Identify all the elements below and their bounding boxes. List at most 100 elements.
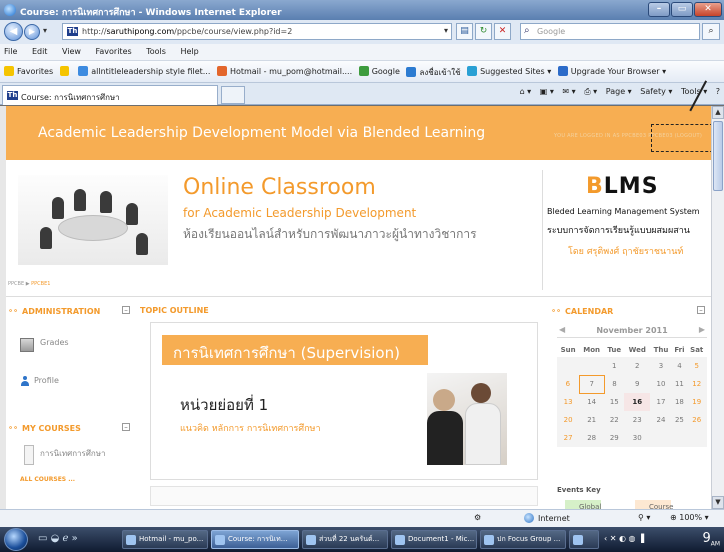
course-link[interactable]: การนิเทศการศึกษา <box>40 448 120 460</box>
refresh-icon[interactable]: ↻ <box>475 23 492 40</box>
start-button[interactable] <box>4 528 28 551</box>
menu-edit[interactable]: Edit <box>32 47 48 56</box>
block-dots-icon: ∘∘ <box>551 306 562 315</box>
task-document-a[interactable]: ส่วนที่ 22 นครันต์... <box>302 530 388 549</box>
vertical-scrollbar[interactable]: ▲ ▼ <box>711 106 724 509</box>
calendar-day: 10 <box>656 380 666 388</box>
calendar-month-nav: ◀ November 2011 ▶ <box>557 324 707 338</box>
quick-launch[interactable]: ▭ ◒ ℯ » <box>38 533 78 544</box>
profile-link[interactable]: Profile <box>34 376 59 385</box>
collapse-icon[interactable]: – <box>697 306 705 314</box>
safety-menu[interactable]: Safety ▾ <box>640 87 672 96</box>
help-icon[interactable]: ? <box>716 87 720 96</box>
close-button[interactable]: ✕ <box>694 2 722 17</box>
task-more[interactable] <box>569 530 599 549</box>
menu-file[interactable]: File <box>4 47 17 56</box>
ie-icon <box>557 66 568 76</box>
blms-thai: ระบบการจัดการเรียนรู้แบบผสมผสาน <box>547 226 690 236</box>
page-viewport: Academic Leadership Development Model vi… <box>0 106 711 509</box>
zoom-control[interactable]: ⊕ 100% ▾ <box>670 513 709 522</box>
favorite-item-google[interactable]: Google <box>358 66 400 76</box>
home-icon[interactable]: ⌂ ▾ <box>520 87 532 96</box>
menu-view[interactable]: View <box>62 47 81 56</box>
calendar-day <box>687 429 707 447</box>
menu-tools[interactable]: Tools <box>146 47 166 56</box>
scroll-down-icon[interactable]: ▼ <box>712 496 724 509</box>
stop-icon[interactable]: ✕ <box>494 23 511 40</box>
all-courses-link[interactable]: ALL COURSES ... <box>20 476 75 483</box>
tools-menu[interactable]: Tools ▾ <box>681 87 707 96</box>
calendar-day: 20 <box>563 416 573 424</box>
favorite-item-leadership[interactable]: allntitleleadership style filet... <box>78 66 210 76</box>
topic-section: การนิเทศการศึกษา (Supervision) หน่วยย่อย… <box>150 322 538 480</box>
task-course-browser[interactable]: Course: การนิเท... <box>211 530 299 549</box>
calendar-grid: Sun Mon Tue Wed Thu Fri Sat 1 2 3 4 5 6 … <box>557 342 707 470</box>
favorite-item-upgrade[interactable]: Upgrade Your Browser ▾ <box>557 66 666 76</box>
new-tab-button[interactable] <box>221 86 245 104</box>
supervision-title: การนิเทศการศึกษา (Supervision) <box>173 344 400 362</box>
tab-course[interactable]: Th Course: การนิเทศการศึกษา <box>2 85 218 105</box>
task-document1[interactable]: Document1 - Mic... <box>391 530 477 549</box>
task-focus-group[interactable]: ปก Focus Group ... <box>480 530 566 549</box>
calendar-day: 1 <box>612 362 617 370</box>
globe-icon <box>524 513 534 523</box>
breadcrumb-home[interactable]: PPCBE <box>8 281 24 287</box>
moodle-page: Academic Leadership Development Model vi… <box>6 106 711 509</box>
add-favorite-button[interactable] <box>59 66 72 76</box>
security-icon[interactable]: ⚙ <box>474 513 481 522</box>
zone-indicator[interactable]: Internet <box>524 513 570 523</box>
events-key-title: Events Key <box>557 486 601 494</box>
clock[interactable]: 9AM <box>702 531 720 548</box>
unit-subtitle[interactable]: แนวคิด หลักการ การนิเทศการศึกษา <box>180 421 321 435</box>
address-row: ◀ ▶ ▾ Th http://saruthipong.com/ppcbe/co… <box>0 20 724 44</box>
next-month-icon[interactable]: ▶ <box>699 325 705 334</box>
recent-pages-dropdown[interactable]: ▾ <box>43 26 47 35</box>
event-key-global[interactable]: Global <box>565 500 601 509</box>
print-icon[interactable]: ⎙ ▾ <box>584 87 597 96</box>
minimize-button[interactable]: – <box>648 2 670 17</box>
administration-title: ADMINISTRATION <box>22 307 101 316</box>
link-icon <box>406 67 417 77</box>
back-button[interactable]: ◀ <box>4 22 23 41</box>
address-dropdown[interactable]: ▾ <box>444 26 448 35</box>
calendar-day <box>557 357 579 375</box>
forward-button[interactable]: ▶ <box>24 24 40 40</box>
tray-icons[interactable]: ‹ ✕ ◐ ◍ ▐ <box>604 534 644 543</box>
page-menu[interactable]: Page ▾ <box>606 87 632 96</box>
menu-help[interactable]: Help <box>180 47 198 56</box>
add-star-icon <box>59 66 69 76</box>
site-banner: Academic Leadership Development Model vi… <box>6 106 711 160</box>
collapse-icon[interactable]: – <box>122 423 130 431</box>
favorite-item-suggested-sites[interactable]: Suggested Sites ▾ <box>467 66 551 76</box>
calendar-day <box>579 357 604 375</box>
favorite-item-hotmail[interactable]: Hotmail - mu_pom@hotmail.... <box>216 66 352 76</box>
calendar-day: 25 <box>674 416 684 424</box>
calendar-day: 5 <box>694 362 699 370</box>
favorites-button[interactable]: Favorites <box>4 66 53 76</box>
search-input[interactable]: ⌕ Google <box>520 23 700 40</box>
menu-favorites[interactable]: Favorites <box>96 47 132 56</box>
header-divider <box>542 170 543 290</box>
blms-author: โดย ศรุติพงศ์ ฤาชัยราชนานท์ <box>568 247 684 257</box>
grades-link[interactable]: Grades <box>40 338 69 347</box>
left-sidebar: ∘∘ ADMINISTRATION – Grades Profile ∘∘ MY… <box>6 302 134 509</box>
calendar-day-today: 7 <box>578 374 605 394</box>
scroll-up-icon[interactable]: ▲ <box>712 106 724 119</box>
scroll-thumb[interactable] <box>713 121 723 191</box>
task-hotmail[interactable]: Hotmail - mu_po... <box>122 530 208 549</box>
search-go-button[interactable]: ⌕ <box>702 23 720 40</box>
course-icon <box>24 445 34 465</box>
compatibility-view-icon[interactable]: ▤ <box>456 23 473 40</box>
feeds-icon[interactable]: ▣ ▾ <box>540 87 554 96</box>
collapse-icon[interactable]: – <box>122 306 130 314</box>
calendar-day-event[interactable]: 16 <box>624 393 651 411</box>
address-bar[interactable]: Th http://saruthipong.com/ppcbe/course/v… <box>62 23 452 40</box>
favorite-item-signin[interactable]: ลงชื่อเข้าใช้ <box>406 66 461 79</box>
calendar-title: CALENDAR <box>565 307 614 316</box>
maximize-button[interactable]: ▭ <box>671 2 693 17</box>
mail-icon[interactable]: ✉ ▾ <box>562 87 575 96</box>
calendar-day: 29 <box>609 434 619 442</box>
event-key-course[interactable]: Course <box>635 500 673 509</box>
site-favicon: Th <box>7 91 18 100</box>
protected-mode-icon[interactable]: ⚲ ▾ <box>638 513 650 522</box>
